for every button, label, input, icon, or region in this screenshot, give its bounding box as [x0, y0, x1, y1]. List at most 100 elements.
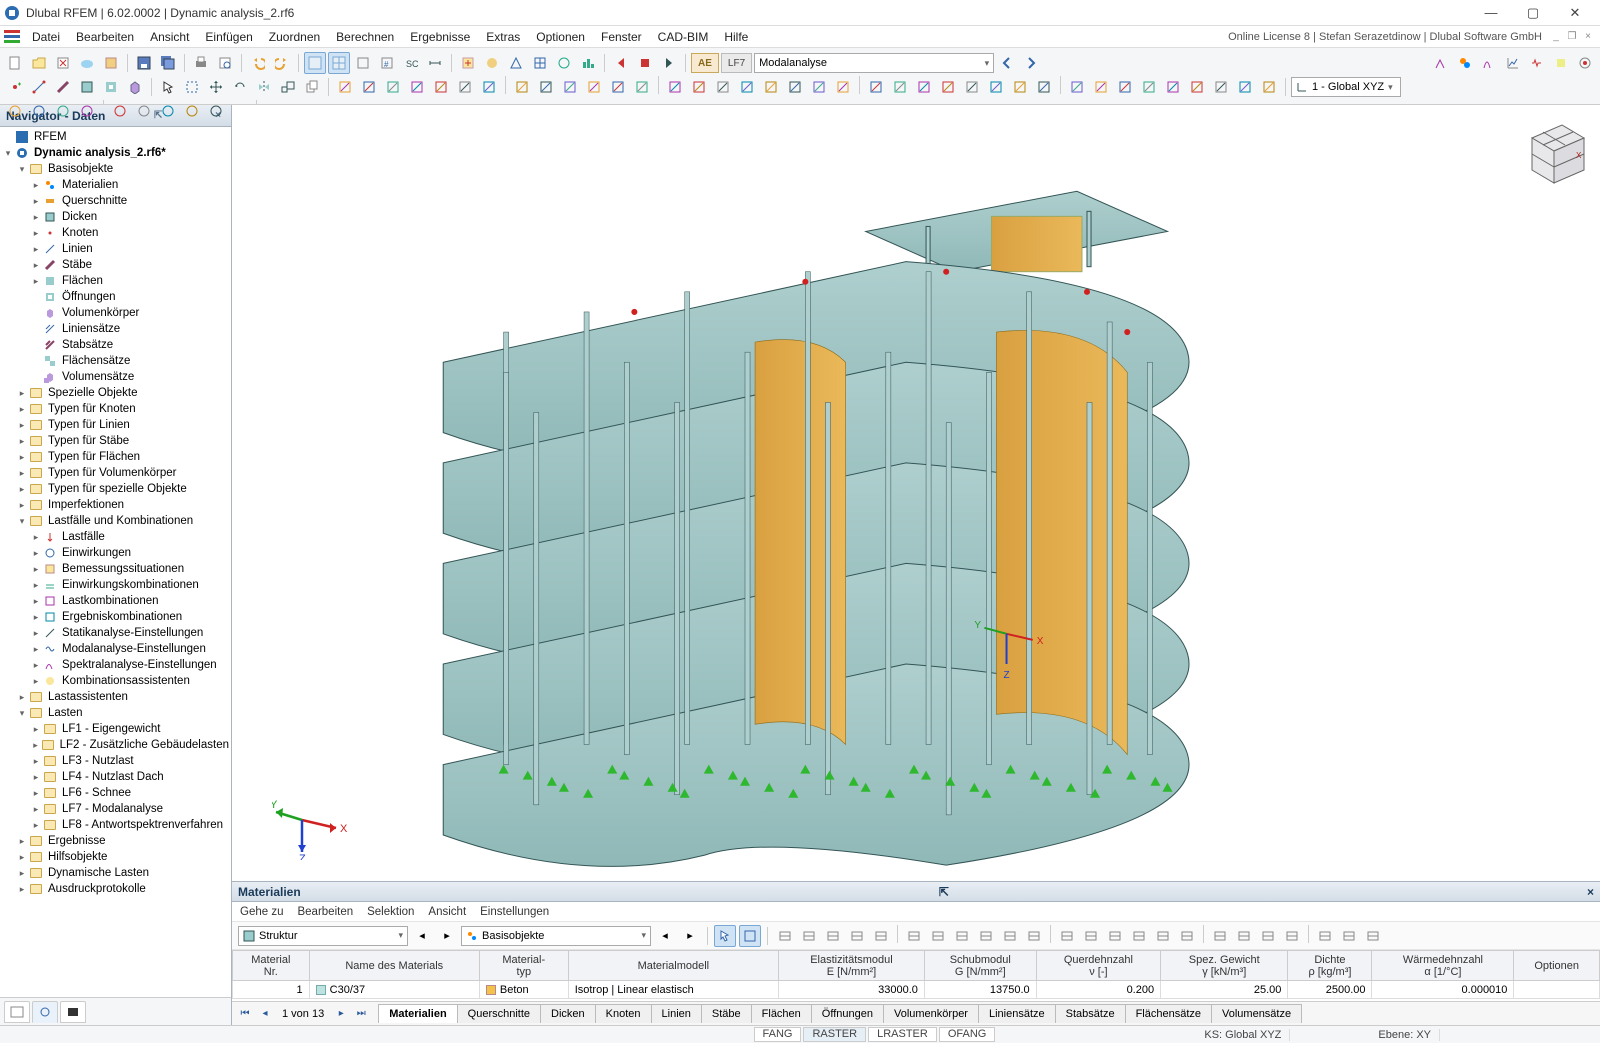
table-tool-icon[interactable] — [903, 925, 925, 947]
tree-item[interactable]: RFEM — [0, 129, 231, 145]
tree-item[interactable]: ▸Typen für Volumenkörper — [0, 465, 231, 481]
table-tool-icon[interactable] — [1023, 925, 1045, 947]
tool-icon[interactable] — [1009, 76, 1031, 98]
tree-item[interactable]: ▸Einwirkungskombinationen — [0, 577, 231, 593]
menu-cadbim[interactable]: CAD-BIM — [650, 26, 717, 47]
bottom-tab[interactable]: Flächensätze — [1125, 1004, 1212, 1023]
tree-item[interactable]: ▸LF3 - Nutzlast — [0, 753, 231, 769]
tool-icon[interactable] — [664, 76, 686, 98]
table-tool-icon[interactable] — [870, 925, 892, 947]
open-file-icon[interactable] — [28, 52, 50, 74]
materials-menu-edit[interactable]: Bearbeiten — [297, 906, 353, 918]
tool-icon[interactable] — [511, 76, 533, 98]
tool-icon[interactable] — [712, 76, 734, 98]
menu-einfuegen[interactable]: Einfügen — [197, 26, 260, 47]
table-tool-icon[interactable] — [1209, 925, 1231, 947]
tree-item[interactable]: ▾Basisobjekte — [0, 161, 231, 177]
dimension-icon[interactable] — [424, 52, 446, 74]
tree-item[interactable]: ▸Ergebnisse — [0, 833, 231, 849]
minimize-button[interactable]: — — [1470, 1, 1512, 25]
grid-toggle-icon[interactable] — [304, 52, 326, 74]
tree-item[interactable]: ▸Hilfsobjekte — [0, 849, 231, 865]
mirror-icon[interactable] — [253, 76, 275, 98]
mesh-icon[interactable] — [529, 52, 551, 74]
tool-icon[interactable] — [760, 76, 782, 98]
tree-item[interactable]: ▸Bemessungssituationen — [0, 561, 231, 577]
table-tool-icon[interactable] — [1314, 925, 1336, 947]
grid-column-header[interactable]: Materialmodell — [568, 951, 778, 981]
table-tool-icon[interactable] — [1176, 925, 1198, 947]
grid-column-header[interactable]: SchubmodulG [N/mm²] — [924, 951, 1036, 981]
design-icon[interactable] — [1430, 52, 1452, 74]
stop-icon[interactable] — [634, 52, 656, 74]
tree-item[interactable]: ▸Linien — [0, 241, 231, 257]
tree-item[interactable]: ▸LF7 - Modalanalyse — [0, 801, 231, 817]
close-button[interactable]: ✕ — [1554, 1, 1596, 25]
table-tool-icon[interactable] — [999, 925, 1021, 947]
print-icon[interactable] — [190, 52, 212, 74]
tool-icon[interactable] — [961, 76, 983, 98]
results-icon[interactable] — [577, 52, 599, 74]
tree-item[interactable]: ▸Ergebniskombinationen — [0, 609, 231, 625]
tree-item[interactable]: ▸LF4 - Nutzlast Dach — [0, 769, 231, 785]
tree-item[interactable]: ▸Knoten — [0, 225, 231, 241]
tree-item[interactable]: ▸LF2 - Zusätzliche Gebäudelasten — [0, 737, 231, 753]
tree-item[interactable]: ▸Statikanalyse-Einstellungen — [0, 625, 231, 641]
view-tool-icon[interactable] — [76, 100, 98, 122]
table-tool-icon[interactable] — [798, 925, 820, 947]
table-tool-icon[interactable] — [1281, 925, 1303, 947]
tool-icon[interactable] — [1234, 76, 1256, 98]
table-row[interactable]: 1 C30/37 Beton Isotrop | Linear elastisc… — [233, 981, 1600, 999]
table-tool-icon[interactable] — [1104, 925, 1126, 947]
pushover-icon[interactable] — [1550, 52, 1572, 74]
tool-icon[interactable] — [808, 76, 830, 98]
save-icon[interactable] — [133, 52, 155, 74]
materials-grid[interactable]: MaterialNr.Name des MaterialsMaterial-ty… — [232, 950, 1600, 1001]
tool-icon[interactable] — [454, 76, 476, 98]
tool-icon[interactable] — [1258, 76, 1280, 98]
tool-icon[interactable] — [382, 76, 404, 98]
navigator-tree[interactable]: RFEM▾Dynamic analysis_2.rf6*▾Basisobjekt… — [0, 127, 231, 997]
new-line-icon[interactable] — [28, 76, 50, 98]
tool-icon[interactable] — [736, 76, 758, 98]
scale-icon[interactable] — [277, 76, 299, 98]
combo-prev-icon[interactable]: ◂ — [411, 925, 433, 947]
grid-column-header[interactable]: MaterialNr. — [233, 951, 310, 981]
tree-item[interactable]: Volumensätze — [0, 369, 231, 385]
tool-icon[interactable] — [1162, 76, 1184, 98]
bottom-tab[interactable]: Stabsätze — [1055, 1004, 1126, 1023]
tree-item[interactable]: ▸Kombinationsassistenten — [0, 673, 231, 689]
view-tool-icon[interactable] — [4, 100, 26, 122]
tool-icon[interactable] — [1114, 76, 1136, 98]
menu-zuordnen[interactable]: Zuordnen — [261, 26, 328, 47]
prev-lf-icon[interactable] — [610, 52, 632, 74]
tree-item[interactable]: ▸Einwirkungen — [0, 545, 231, 561]
new-solid-icon[interactable] — [124, 76, 146, 98]
tool-icon[interactable] — [1066, 76, 1088, 98]
tree-item[interactable]: ▸Lastkombinationen — [0, 593, 231, 609]
tool-icon[interactable] — [937, 76, 959, 98]
table-tool-icon[interactable] — [927, 925, 949, 947]
tree-item[interactable]: Stabsätze — [0, 337, 231, 353]
tool-icon[interactable] — [535, 76, 557, 98]
3d-viewport[interactable]: X Y Z X Y Z — [232, 105, 1600, 881]
next-lf-icon[interactable] — [658, 52, 680, 74]
nav-first-icon[interactable]: ⏮ — [236, 1005, 254, 1023]
tree-item[interactable]: Volumenkörper — [0, 305, 231, 321]
tree-item[interactable]: ▸Typen für Flächen — [0, 449, 231, 465]
grid-column-header[interactable]: Querdehnzahlν [-] — [1036, 951, 1160, 981]
materials-menu-view[interactable]: Ansicht — [428, 906, 466, 918]
table-tool-icon[interactable] — [822, 925, 844, 947]
seismic-icon[interactable] — [1526, 52, 1548, 74]
select-icon[interactable] — [157, 76, 179, 98]
tree-item[interactable]: ▸Typen für Stäbe — [0, 433, 231, 449]
tree-item[interactable]: ▸Lastfälle — [0, 529, 231, 545]
bottom-tab[interactable]: Öffnungen — [811, 1004, 884, 1023]
tree-item[interactable]: ▸Flächen — [0, 273, 231, 289]
nav-prev-icon[interactable]: ◂ — [256, 1005, 274, 1023]
bottom-tab[interactable]: Querschnitte — [457, 1004, 541, 1023]
tool-icon[interactable] — [1090, 76, 1112, 98]
menu-extras[interactable]: Extras — [478, 26, 528, 47]
materials-pin-icon[interactable]: ⇱ — [939, 885, 949, 899]
tree-item[interactable]: ▸Ausdruckprotokolle — [0, 881, 231, 897]
